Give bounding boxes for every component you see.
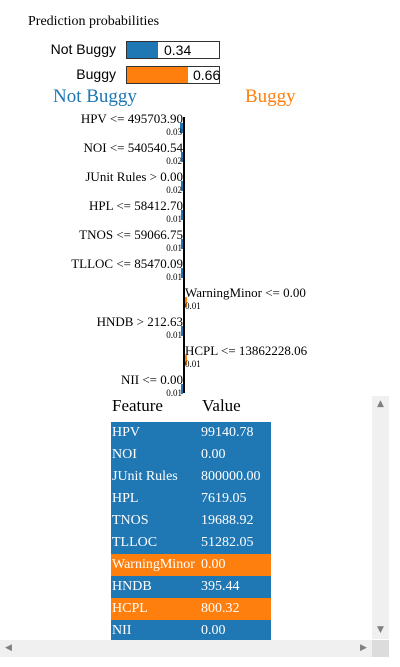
feature-weight-label: 0.01 bbox=[185, 359, 201, 369]
probability-bar: 0.34 bbox=[126, 41, 220, 59]
value-cell: 51282.05 bbox=[201, 535, 254, 550]
table-row: HPL 7619.05 bbox=[111, 488, 271, 510]
arrow-left-icon[interactable]: ◀ bbox=[0, 640, 17, 657]
feature-condition-label: TLLOC <= 85470.09 bbox=[71, 256, 183, 271]
feature-cell: NII bbox=[112, 623, 132, 638]
probability-value: 0.66 bbox=[193, 67, 221, 83]
feature-condition-label: HPL <= 58412.70 bbox=[89, 198, 183, 213]
feature-condition-label: WarningMinor <= 0.00 bbox=[185, 285, 306, 300]
scrollbar-corner bbox=[372, 640, 389, 657]
probability-fill bbox=[127, 42, 158, 58]
table-row: NOI 0.00 bbox=[111, 444, 271, 466]
prediction-title: Prediction probabilities bbox=[28, 14, 160, 29]
arrow-down-icon[interactable]: ▼ bbox=[372, 622, 389, 639]
feature-condition-label: HNDB > 212.63 bbox=[96, 314, 183, 329]
feature-weight-label: 0.01 bbox=[166, 272, 182, 282]
table-row: NII 0.00 bbox=[111, 620, 271, 642]
vertical-scrollbar[interactable]: ▲ ▼ bbox=[372, 396, 389, 639]
table-row: TLLOC 51282.05 bbox=[111, 532, 271, 554]
value-cell: 0.00 bbox=[201, 623, 226, 638]
probability-fill bbox=[127, 67, 188, 83]
value-cell: 395.44 bbox=[201, 579, 240, 594]
feature-weight-label: 0.01 bbox=[166, 388, 182, 398]
value-cell: 800000.00 bbox=[201, 469, 261, 484]
feature-cell: HPL bbox=[112, 491, 139, 506]
table-row: TNOS 19688.92 bbox=[111, 510, 271, 532]
feature-header: Feature bbox=[112, 396, 163, 415]
table-row: HPV 99140.78 bbox=[111, 422, 271, 444]
feature-weight-label: 0.01 bbox=[166, 214, 182, 224]
value-cell: 800.32 bbox=[201, 601, 240, 616]
value-cell: 99140.78 bbox=[201, 425, 254, 440]
value-header: Value bbox=[202, 396, 241, 415]
feature-condition-label: JUnit Rules > 0.00 bbox=[85, 169, 183, 184]
feature-cell: HPV bbox=[112, 425, 141, 440]
feature-cell: TNOS bbox=[112, 513, 149, 528]
feature-weight-label: 0.02 bbox=[166, 185, 182, 195]
feature-condition-label: HPV <= 495703.90 bbox=[80, 111, 183, 126]
feature-weight-label: 0.03 bbox=[166, 127, 182, 137]
probability-value: 0.34 bbox=[164, 42, 192, 58]
feature-condition-label: HCPL <= 13862228.06 bbox=[185, 343, 308, 358]
feature-weight-label: 0.01 bbox=[166, 243, 182, 253]
feature-condition-label: TNOS <= 59066.75 bbox=[79, 227, 183, 242]
value-cell: 7619.05 bbox=[201, 491, 247, 506]
value-cell: 0.00 bbox=[201, 447, 226, 462]
probability-label: Not Buggy bbox=[50, 41, 116, 57]
negative-class-label: Not Buggy bbox=[53, 86, 137, 107]
feature-cell: HNDB bbox=[112, 579, 152, 594]
feature-cell: JUnit Rules bbox=[112, 469, 178, 484]
probability-label: Buggy bbox=[76, 66, 116, 82]
horizontal-scrollbar[interactable]: ◀ ▶ bbox=[0, 640, 372, 657]
feature-weight-label: 0.01 bbox=[166, 330, 182, 340]
table-row: HCPL 800.32 bbox=[111, 598, 271, 620]
probability-row: Buggy 0.66 bbox=[0, 65, 400, 84]
feature-cell: NOI bbox=[112, 447, 137, 462]
value-cell: 19688.92 bbox=[201, 513, 254, 528]
positive-class-label: Buggy bbox=[245, 86, 296, 107]
arrow-right-icon[interactable]: ▶ bbox=[355, 640, 372, 657]
table-row: JUnit Rules 800000.00 bbox=[111, 466, 271, 488]
probability-row: Not Buggy 0.34 bbox=[0, 40, 400, 59]
table-row: HNDB 395.44 bbox=[111, 576, 271, 598]
feature-weight-label: 0.02 bbox=[166, 156, 182, 166]
arrow-up-icon[interactable]: ▲ bbox=[372, 396, 389, 413]
feature-cell: WarningMinor bbox=[112, 557, 195, 572]
feature-cell: TLLOC bbox=[112, 535, 158, 550]
feature-cell: HCPL bbox=[112, 601, 148, 616]
feature-weight-label: 0.01 bbox=[185, 301, 201, 311]
table-row: WarningMinor 0.00 bbox=[111, 554, 271, 576]
feature-condition-label: NII <= 0.00 bbox=[121, 372, 183, 387]
feature-condition-label: NOI <= 540540.54 bbox=[83, 140, 183, 155]
probability-bar: 0.66 bbox=[126, 66, 220, 84]
value-cell: 0.00 bbox=[201, 557, 226, 572]
